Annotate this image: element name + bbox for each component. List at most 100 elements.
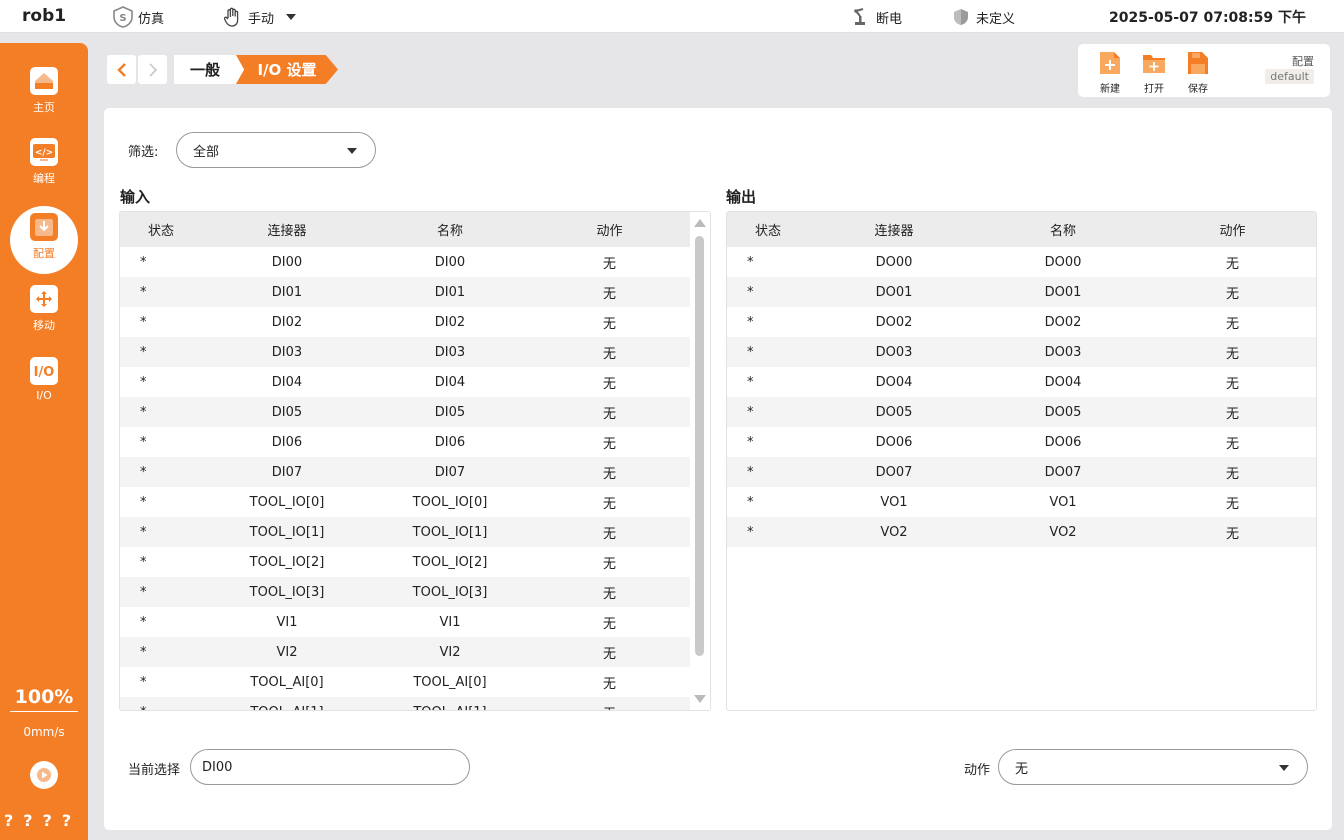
table-row[interactable]: * TOOL_AI[0] TOOL_AI[0] 无 <box>120 667 691 697</box>
name-cell: DO04 <box>1044 374 1082 390</box>
svg-text:S: S <box>119 13 126 24</box>
status-cell: * <box>747 344 754 360</box>
table-row[interactable]: * DI03 DI03 无 <box>120 337 691 367</box>
speed-percent[interactable]: 100% <box>10 686 78 712</box>
table-row[interactable]: * VI1 VI1 无 <box>120 607 691 637</box>
column-header[interactable]: 动作 <box>528 212 691 247</box>
column-header[interactable]: 连接器 <box>809 212 979 247</box>
table-row[interactable]: * DO03 DO03 无 <box>727 337 1316 367</box>
table-row[interactable]: * DO05 DO05 无 <box>727 397 1316 427</box>
action-cell: 无 <box>602 346 616 362</box>
name-cell: DO02 <box>1044 314 1082 330</box>
name-cell: TOOL_IO[3] <box>412 584 488 600</box>
config-value: default <box>1265 69 1314 84</box>
action-select[interactable]: 无 <box>998 749 1308 785</box>
table-row[interactable]: * DO06 DO06 无 <box>727 427 1316 457</box>
history-nav <box>107 55 167 84</box>
connector-cell: TOOL_IO[0] <box>249 494 325 510</box>
current-selection-field[interactable]: DI00 <box>190 749 470 785</box>
sidebar-item-io[interactable]: I/O I/O <box>0 357 88 402</box>
filter-select[interactable]: 全部 <box>176 132 376 168</box>
table-row[interactable]: * DO07 DO07 无 <box>727 457 1316 487</box>
breadcrumb-general[interactable]: 一般 <box>174 55 246 84</box>
table-row[interactable]: * DI04 DI04 无 <box>120 367 691 397</box>
sidebar-item-program[interactable]: </> 编程 <box>0 138 88 186</box>
connector-cell: DI02 <box>271 314 303 330</box>
status-mark[interactable]: ? <box>43 811 52 830</box>
outputs-title: 输出 <box>726 188 757 206</box>
table-row[interactable]: * DI01 DI01 无 <box>120 277 691 307</box>
table-row[interactable]: * DO00 DO00 无 <box>727 247 1316 277</box>
connector-cell: DO00 <box>875 254 913 270</box>
back-button[interactable] <box>107 55 136 84</box>
status-cell: * <box>140 314 147 330</box>
column-header[interactable]: 动作 <box>1147 212 1316 247</box>
scroll-thumb[interactable] <box>695 236 704 656</box>
mode-indicator[interactable]: S 仿真 <box>112 6 164 28</box>
sidebar-item-home[interactable]: 主页 <box>0 67 88 115</box>
open-config-button[interactable]: 打开 <box>1134 50 1174 95</box>
forward-button[interactable] <box>138 55 167 84</box>
connector-cell: DO02 <box>875 314 913 330</box>
connector-cell: DO03 <box>875 344 913 360</box>
column-header[interactable]: 连接器 <box>202 212 372 247</box>
scroll-up-icon[interactable] <box>694 219 706 227</box>
column-header[interactable]: 状态 <box>120 212 202 247</box>
save-config-button[interactable]: 保存 <box>1178 50 1218 95</box>
play-button[interactable] <box>30 761 58 789</box>
tool-label: 未定义 <box>976 11 1016 27</box>
breadcrumb-io-settings[interactable]: I/O 设置 <box>236 55 338 84</box>
control-mode-dropdown[interactable]: 手动 <box>222 6 297 28</box>
action-cell: 无 <box>1225 436 1239 452</box>
name-cell: DI04 <box>434 374 466 390</box>
connector-cell: DO04 <box>875 374 913 390</box>
connector-cell: DO01 <box>875 284 913 300</box>
home-icon <box>30 67 58 95</box>
status-cell: * <box>747 404 754 420</box>
connector-cell: TOOL_AI[1] <box>202 697 372 711</box>
column-header[interactable]: 名称 <box>979 212 1147 247</box>
table-row[interactable]: * TOOL_IO[1] TOOL_IO[1] 无 <box>120 517 691 547</box>
sidebar-item-config[interactable]: 配置 <box>0 206 88 274</box>
sidebar-item-move[interactable]: 移动 <box>0 285 88 333</box>
new-config-button[interactable]: 新建 <box>1090 50 1130 95</box>
table-row[interactable]: * TOOL_IO[3] TOOL_IO[3] 无 <box>120 577 691 607</box>
connector-cell: TOOL_AI[0] <box>250 674 324 690</box>
action-cell: 无 <box>602 406 616 422</box>
svg-text:I/O: I/O <box>34 365 55 380</box>
new-label: 新建 <box>1100 84 1120 95</box>
table-row[interactable]: * VO1 VO1 无 <box>727 487 1316 517</box>
table-row[interactable]: * DI05 DI05 无 <box>120 397 691 427</box>
scroll-down-icon[interactable] <box>694 695 706 703</box>
connector-cell: VI2 <box>276 644 298 660</box>
table-row[interactable]: * DI07 DI07 无 <box>120 457 691 487</box>
table-row[interactable]: * DO01 DO01 无 <box>727 277 1316 307</box>
inputs-scrollbar[interactable] <box>690 212 710 710</box>
connector-cell: DI05 <box>271 404 303 420</box>
tool-status[interactable]: 未定义 <box>950 6 1015 28</box>
chevron-right-icon <box>148 62 157 77</box>
table-row[interactable]: * VI2 VI2 无 <box>120 637 691 667</box>
column-header[interactable]: 状态 <box>727 212 809 247</box>
table-row[interactable]: * DO04 DO04 无 <box>727 367 1316 397</box>
control-mode-label: 手动 <box>248 11 275 27</box>
status-mark[interactable]: ? <box>4 811 13 830</box>
table-row[interactable]: *TOOL_AI[1]TOOL_AI[1]无 <box>120 697 691 711</box>
table-row[interactable]: * DI02 DI02 无 <box>120 307 691 337</box>
power-status[interactable]: 断电 <box>850 6 902 28</box>
table-row[interactable]: * VO2 VO2 无 <box>727 517 1316 547</box>
connector-cell: TOOL_IO[2] <box>249 554 325 570</box>
table-row[interactable]: * DO02 DO02 无 <box>727 307 1316 337</box>
connector-cell: DI00 <box>271 254 303 270</box>
column-header[interactable]: 名称 <box>372 212 528 247</box>
connector-cell: TOOL_IO[3] <box>249 584 325 600</box>
table-row[interactable]: * DI00 DI00 无 <box>120 247 691 277</box>
name-cell: DI03 <box>434 344 466 360</box>
table-row[interactable]: * TOOL_IO[2] TOOL_IO[2] 无 <box>120 547 691 577</box>
sidebar-item-label: I/O <box>36 389 52 402</box>
status-mark[interactable]: ? <box>62 811 71 830</box>
table-row[interactable]: * TOOL_IO[0] TOOL_IO[0] 无 <box>120 487 691 517</box>
action-cell: 无 <box>602 376 616 392</box>
status-mark[interactable]: ? <box>23 811 32 830</box>
table-row[interactable]: * DI06 DI06 无 <box>120 427 691 457</box>
